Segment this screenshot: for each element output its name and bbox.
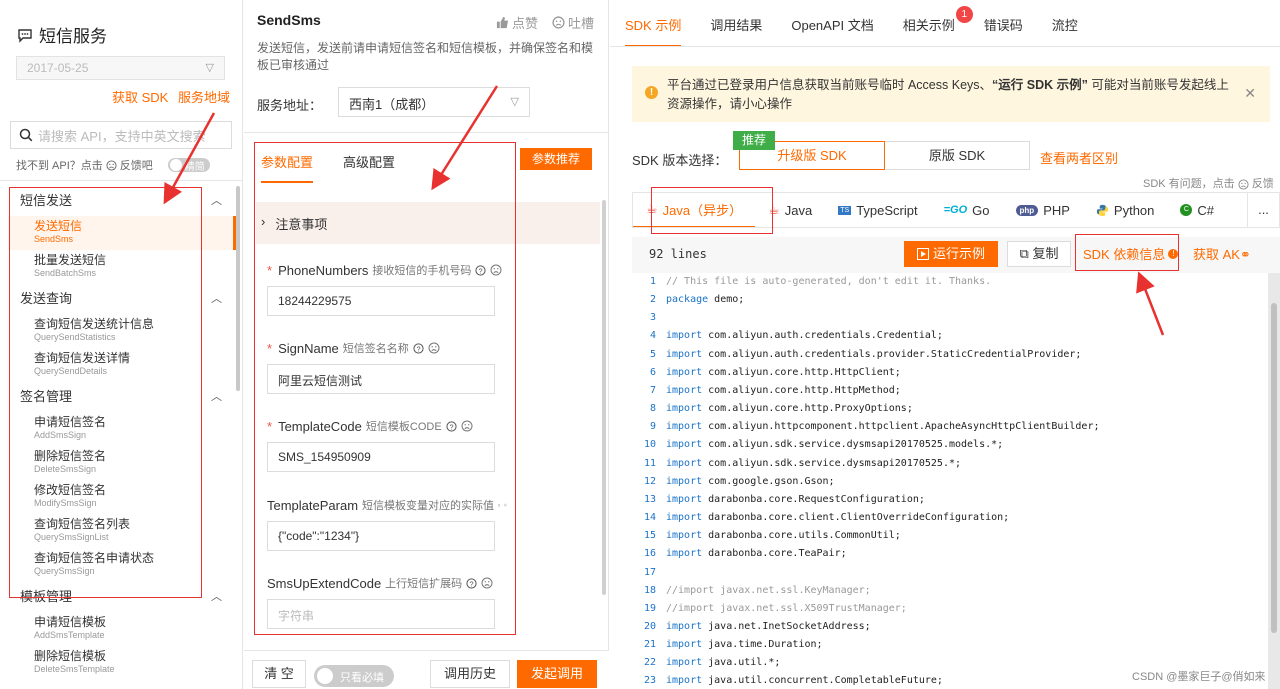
annotation-arrows <box>163 85 1165 336</box>
app-window: 短信服务 2017-05-25 ▽ 获取 SDK 服务地域 请搜索 API，支持… <box>0 0 1280 689</box>
